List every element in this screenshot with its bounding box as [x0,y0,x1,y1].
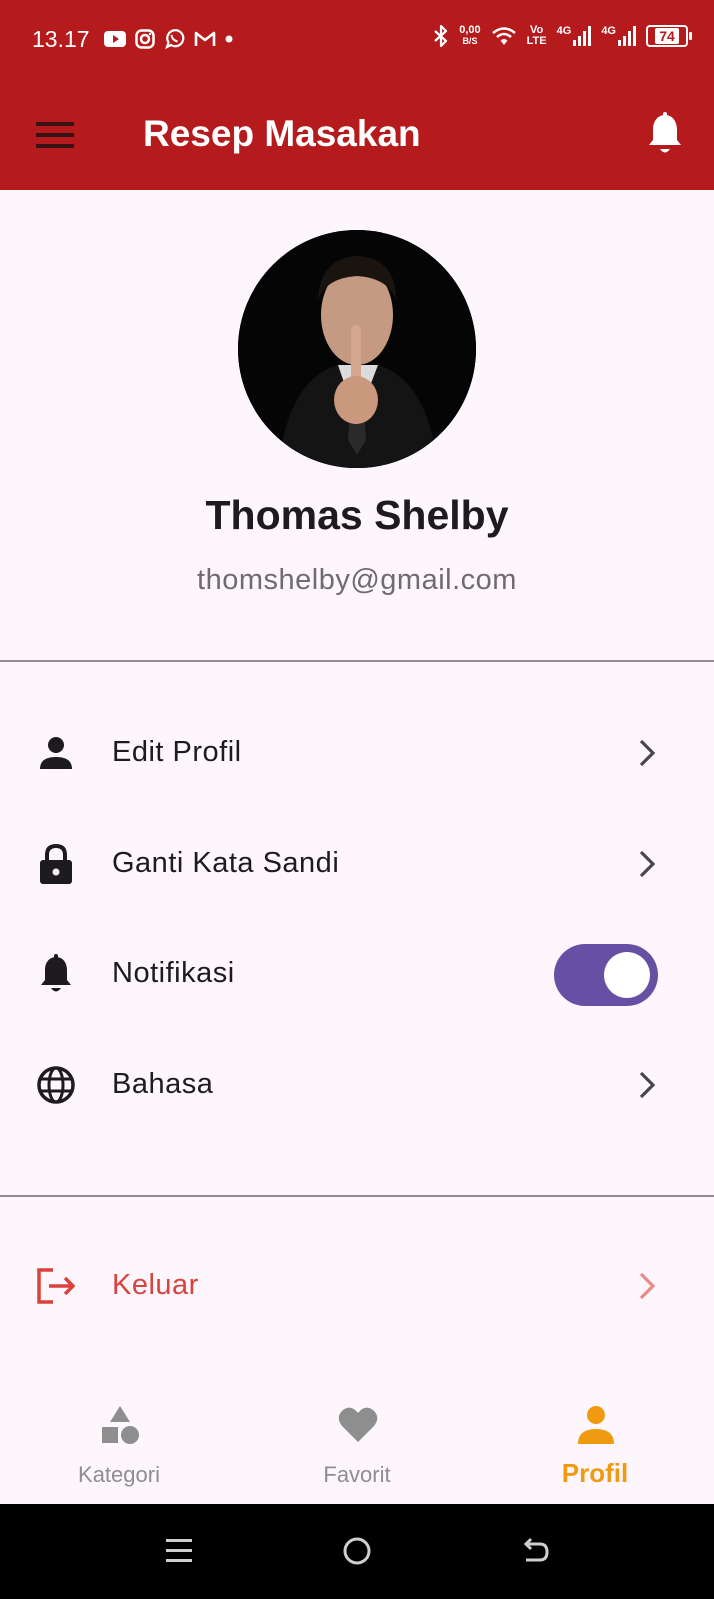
person-icon [40,737,72,769]
back-icon[interactable] [518,1534,552,1568]
nav-tab-label: Profil [561,1458,629,1488]
status-bar: 13.17 0,00 B/S Vo LTE 4G 4G 74 [0,0,714,80]
app-title: Resep Masakan [143,113,421,154]
app-bar: Resep Masakan [0,80,714,190]
profile-name: Thomas Shelby [205,492,509,538]
divider [0,660,714,662]
whatsapp-icon [165,29,185,49]
bell-icon [41,954,71,992]
profile-avatar[interactable] [238,230,476,468]
change-password-row[interactable]: Ganti Kata Sandi [0,814,714,914]
network-speed: 0,00 B/S [459,24,481,47]
avatar-photo [238,230,476,468]
toggle-knob [604,952,650,998]
nav-tab-label: Favorit [323,1462,391,1487]
home-icon[interactable] [340,1534,374,1568]
language-row[interactable]: Bahasa [0,1035,714,1135]
gmail-icon [194,31,216,46]
person-icon [578,1406,614,1444]
nav-tab-kategori[interactable]: Kategori [0,1388,238,1504]
chevron-right-icon [639,850,656,878]
language-label: Bahasa [112,1068,214,1100]
divider [0,1195,714,1197]
recent-apps-icon[interactable] [162,1534,196,1568]
lock-icon [40,843,72,884]
edit-profile-row[interactable]: Edit Profil [0,703,714,803]
signal-bars-icon [573,26,592,46]
chevron-right-icon [639,1071,656,1099]
bottom-navigation: Kategori Favorit Profil [0,1388,714,1504]
chevron-right-icon [639,1272,656,1300]
change-password-label: Ganti Kata Sandi [112,847,340,879]
nav-tab-favorit[interactable]: Favorit [238,1388,476,1504]
wifi-icon [491,27,516,45]
menu-icon[interactable] [36,120,74,150]
instagram-icon [135,28,155,49]
signal-2: 4G [601,26,636,46]
category-icon [102,1406,139,1444]
heart-icon [338,1407,378,1442]
logout-label: Keluar [112,1269,199,1301]
status-time: 13.17 [32,26,90,52]
globe-icon [37,1066,75,1104]
profile-email: thomshelby@gmail.com [197,564,517,596]
signal-1: 4G [557,26,592,46]
edit-profile-label: Edit Profil [112,736,242,768]
system-navigation-bar [0,1504,714,1599]
notifications-row: Notifikasi [0,924,714,1024]
nav-tab-profil[interactable]: Profil [476,1388,714,1504]
youtube-icon [104,30,126,47]
notifications-toggle[interactable] [554,944,658,1006]
signal-bars-icon [618,26,636,46]
logout-row[interactable]: Keluar [0,1236,714,1336]
volte-indicator: Vo LTE [526,24,547,47]
battery-icon: 74 [646,25,692,47]
bluetooth-icon [434,24,448,48]
chevron-right-icon [639,739,656,767]
notification-bell-icon[interactable] [646,112,684,156]
notifications-label: Notifikasi [112,957,235,989]
more-notifications-dot-icon [225,35,233,42]
logout-icon [37,1268,76,1304]
nav-tab-label: Kategori [78,1462,160,1487]
